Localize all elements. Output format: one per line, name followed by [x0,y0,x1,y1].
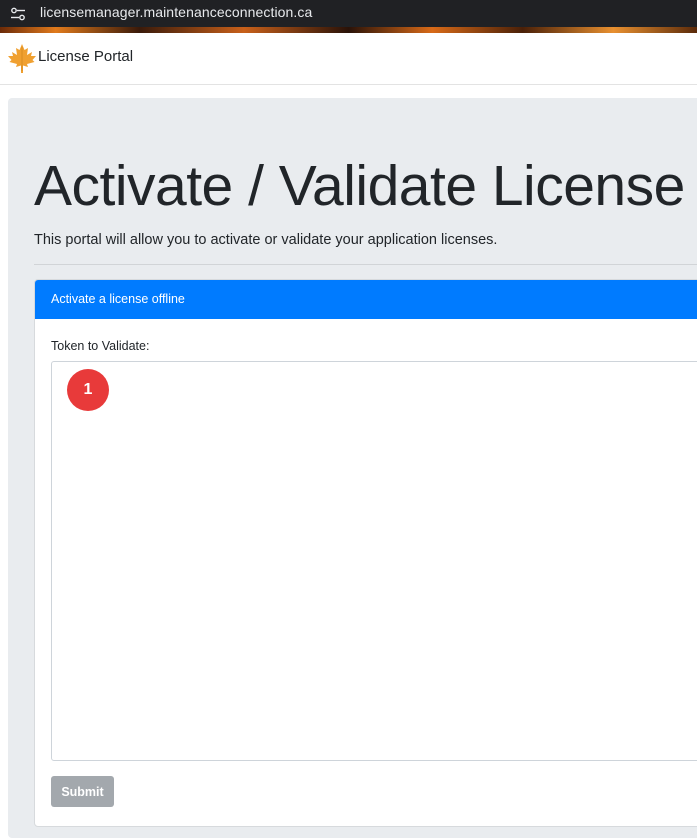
navbar: License Portal [0,33,697,85]
token-textarea[interactable] [51,361,697,761]
browser-address-bar: licensemanager.maintenanceconnection.ca [0,0,697,27]
token-label: Token to Validate: [51,339,150,353]
submit-button[interactable]: Submit [51,776,114,807]
page-lead: This portal will allow you to activate o… [34,232,498,248]
maple-leaf-icon[interactable] [7,43,37,75]
annotation-marker: 1 [67,369,109,411]
divider [34,264,697,265]
brand-link[interactable]: License Portal [38,48,133,65]
page-title: Activate / Validate License [34,154,685,218]
card-header-title: Activate a license offline [51,292,185,306]
tune-icon[interactable] [10,6,26,22]
offline-activation-card: Activate a license offline Token to Vali… [34,279,697,827]
url-text[interactable]: licensemanager.maintenanceconnection.ca [40,4,312,20]
card-header: Activate a license offline [35,280,697,319]
